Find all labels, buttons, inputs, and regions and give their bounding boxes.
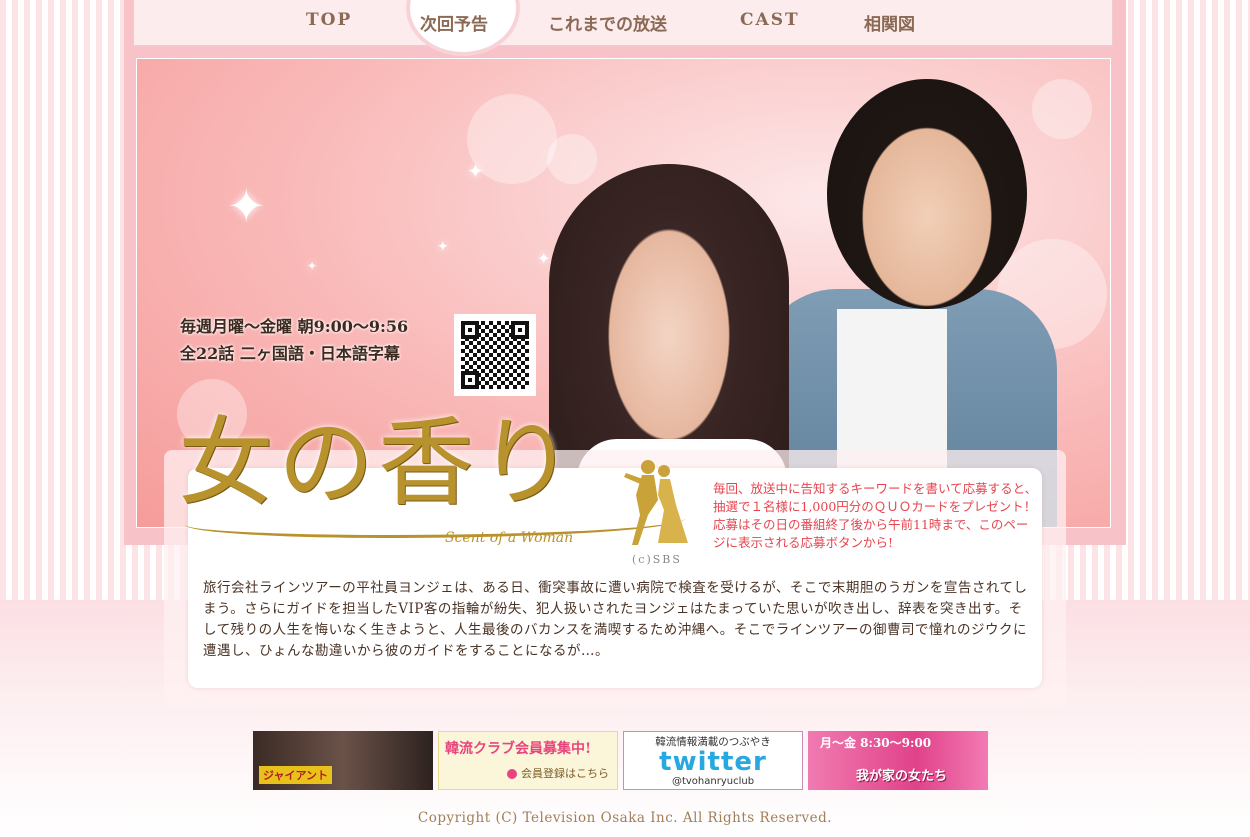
nav-item-relationship-chart[interactable]: 相関図 [864,10,915,35]
sparkle-icon: ✦ [537,249,551,268]
banner-giant-drama[interactable]: ジャイアント [253,731,433,790]
nav-item-top[interactable]: TOP [306,10,352,30]
banner-drama-title: 我が家の女たち [856,769,948,784]
twitter-logo-icon: twitter [659,747,767,777]
banner-club-register: 会員登録はこちら [507,765,609,781]
show-logo-title: 女の香り [178,407,578,519]
campaign-notice: 毎回、放送中に告知するキーワードを書いて応募すると、抽選で１名様に1,000円分… [713,480,1038,552]
main-nav: TOP 次回予告 これまでの放送 CAST 相関図 [133,0,1113,56]
copyright-credit: (c)SBS [632,553,682,566]
sparkle-icon: ✦ [467,159,484,183]
footer-copyright: Copyright (C) Television Osaka Inc. All … [417,810,833,826]
nav-item-cast[interactable]: CAST [740,10,800,30]
banner-twitter[interactable]: 韓流情報満載のつぶやき twitter @tvohanryuclub [623,731,803,790]
bokeh-circle [547,134,597,184]
banner-family-drama[interactable]: 月～金 8:30～9:00 我が家の女たち [808,731,988,790]
arrow-right-icon [507,769,517,779]
banner-giant-label: ジャイアント [259,766,333,784]
bokeh-circle [1032,79,1092,139]
sparkle-icon: ✦ [307,259,318,273]
story-synopsis: 旅行会社ラインツアーの平社員ヨンジェは、ある日、衝突事故に遭い病院で検査を受ける… [203,580,1028,659]
schedule-episodes: 全22話 二ヶ国語・日本語字幕 [180,344,400,363]
nav-item-past-episodes[interactable]: これまでの放送 [548,10,667,35]
banner-drama-time: 月～金 8:30～9:00 [820,736,932,750]
show-logo-subtitle: Scent of a Woman [445,530,574,546]
actor-portrait [827,79,1027,309]
banner-hanryu-club[interactable]: 韓流クラブ会員募集中! 会員登録はこちら [438,731,618,790]
schedule-days: 毎週月曜～金曜 朝9:00～9:56 [180,317,409,336]
dancing-couple-icon [624,460,688,545]
qr-code [454,314,536,396]
banner-twitter-handle: @tvohanryuclub [671,776,755,787]
sparkle-icon: ✦ [227,179,266,233]
sparkle-icon: ✦ [437,239,449,255]
campaign-text: 毎回、放送中に告知するキーワードを書いて応募すると、抽選で１名様に1,000円分… [713,481,1038,550]
broadcast-schedule: 毎週月曜～金曜 朝9:00～9:56 全22話 二ヶ国語・日本語字幕 [180,313,440,367]
banner-club-title: 韓流クラブ会員募集中! [445,741,592,757]
nav-item-next-preview[interactable]: 次回予告 [420,10,488,35]
